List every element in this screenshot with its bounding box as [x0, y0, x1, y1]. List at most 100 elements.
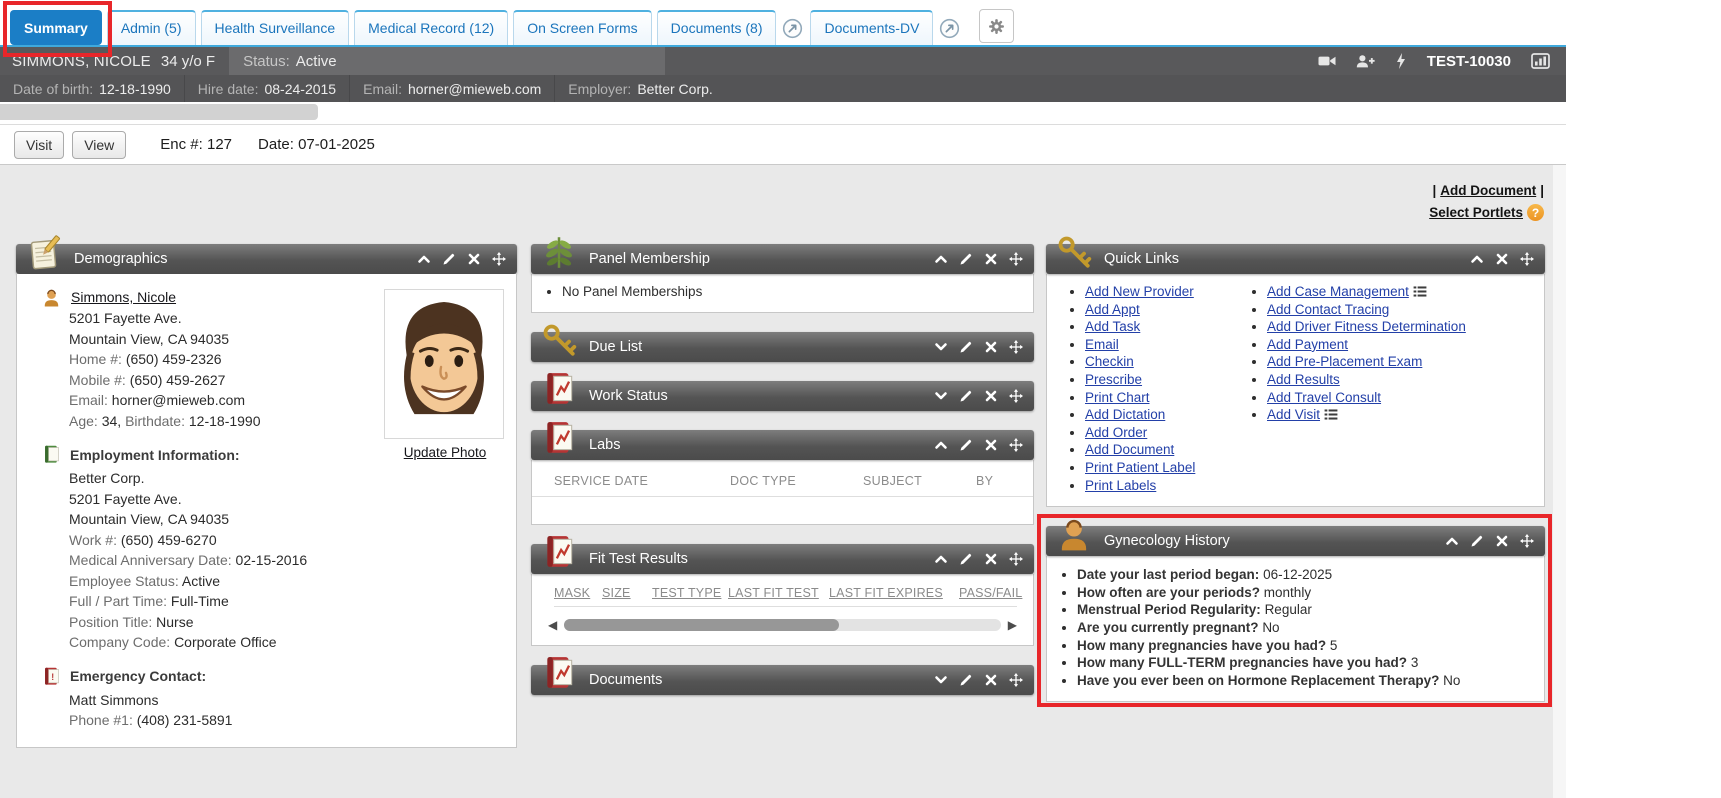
collapse-portlet-icon[interactable]: [1445, 534, 1459, 548]
move-portlet-icon[interactable]: [1009, 389, 1023, 403]
tab-documents[interactable]: Documents (8): [657, 10, 777, 45]
sortable-column-header[interactable]: TEST TYPE: [652, 586, 728, 600]
quick-link[interactable]: Add Order: [1085, 425, 1147, 440]
patient-status: Status: Active: [229, 47, 665, 75]
sortable-column-header[interactable]: LAST FIT TEST: [728, 586, 829, 600]
quick-link[interactable]: Add Travel Consult: [1267, 390, 1381, 405]
due-list-header: Due List: [531, 332, 1034, 362]
close-portlet-icon[interactable]: [984, 389, 998, 403]
move-portlet-icon[interactable]: [1009, 552, 1023, 566]
quick-link[interactable]: Add Visit: [1267, 407, 1320, 422]
expand-portlet-icon[interactable]: [934, 673, 948, 687]
quick-link[interactable]: Add Payment: [1267, 337, 1348, 352]
edit-portlet-icon[interactable]: [959, 389, 973, 403]
edit-portlet-icon[interactable]: [959, 340, 973, 354]
edit-portlet-icon[interactable]: [959, 438, 973, 452]
scroll-right-arrow-icon[interactable]: ▶: [1008, 619, 1017, 631]
quick-link[interactable]: Prescribe: [1085, 372, 1142, 387]
gynecology-header: Gynecology History: [1046, 526, 1545, 556]
quick-link-item: Email: [1085, 336, 1251, 354]
edit-portlet-icon[interactable]: [959, 673, 973, 687]
close-portlet-icon[interactable]: [1495, 534, 1509, 548]
edit-portlet-icon[interactable]: [442, 252, 456, 266]
help-icon[interactable]: ?: [1527, 204, 1544, 221]
collapse-portlet-icon[interactable]: [417, 252, 431, 266]
add-document-link[interactable]: Add Document: [1440, 183, 1536, 198]
quick-link[interactable]: Add Appt: [1085, 302, 1140, 317]
edit-portlet-icon[interactable]: [959, 552, 973, 566]
update-photo-link[interactable]: Update Photo: [404, 445, 487, 460]
move-portlet-icon[interactable]: [1520, 534, 1534, 548]
collapse-portlet-icon[interactable]: [934, 252, 948, 266]
quick-link[interactable]: Add Pre-Placement Exam: [1267, 354, 1422, 369]
move-portlet-icon[interactable]: [1009, 340, 1023, 354]
telemedicine-camera-icon[interactable]: [1318, 54, 1336, 68]
collapse-portlet-icon[interactable]: [1470, 252, 1484, 266]
close-portlet-icon[interactable]: [984, 438, 998, 452]
patient-subheader: Date of birth: 12-18-1990 Hire date: 08-…: [0, 75, 1566, 102]
email-segment: Email: horner@mieweb.com: [349, 75, 554, 102]
quick-link[interactable]: Print Patient Label: [1085, 460, 1195, 475]
sortable-column-header[interactable]: LAST FIT EXPIRES: [829, 586, 959, 600]
chart-tab-bar: Summary Admin (5) Health Surveillance Me…: [0, 0, 1566, 47]
move-portlet-icon[interactable]: [1009, 438, 1023, 452]
column-header: SUBJECT: [863, 474, 976, 488]
lightning-bolt-icon[interactable]: [1395, 53, 1407, 69]
view-button[interactable]: View: [72, 131, 126, 159]
vertical-scrollbar[interactable]: [1553, 165, 1566, 798]
close-portlet-icon[interactable]: [1495, 252, 1509, 266]
quick-link[interactable]: Checkin: [1085, 354, 1134, 369]
labs-column-headers: SERVICE DATE DOC TYPE SUBJECT BY: [532, 460, 1033, 497]
settings-gear-button[interactable]: [979, 9, 1014, 43]
move-portlet-icon[interactable]: [1009, 673, 1023, 687]
tab-documents-dv[interactable]: Documents-DV: [810, 10, 933, 45]
quick-link[interactable]: Add Task: [1085, 319, 1140, 334]
move-portlet-icon[interactable]: [1009, 252, 1023, 266]
sortable-column-header[interactable]: PASS/FAIL: [959, 586, 1022, 600]
scroll-left-arrow-icon[interactable]: ◀: [548, 619, 557, 631]
add-person-icon[interactable]: [1356, 54, 1375, 68]
visit-button[interactable]: Visit: [14, 131, 64, 159]
horizontal-scrollbar[interactable]: [0, 104, 318, 120]
quick-link[interactable]: Print Labels: [1085, 478, 1156, 493]
select-portlets-link[interactable]: Select Portlets: [1429, 205, 1523, 220]
quick-link[interactable]: Add Driver Fitness Determination: [1267, 319, 1466, 334]
bar-chart-icon[interactable]: [1531, 53, 1550, 69]
tab-summary[interactable]: Summary: [10, 10, 102, 45]
expand-portlet-icon[interactable]: [934, 389, 948, 403]
sortable-column-header[interactable]: SIZE: [602, 586, 652, 600]
close-portlet-icon[interactable]: [984, 340, 998, 354]
tab-medical-record[interactable]: Medical Record (12): [354, 10, 508, 45]
quick-link[interactable]: Add Results: [1267, 372, 1340, 387]
scrollbar-track[interactable]: [564, 619, 1001, 631]
tab-on-screen-forms[interactable]: On Screen Forms: [513, 10, 651, 45]
quick-link[interactable]: Add Contact Tracing: [1267, 302, 1389, 317]
popout-documents-icon[interactable]: [781, 17, 803, 39]
tab-health-surveillance[interactable]: Health Surveillance: [201, 10, 350, 45]
popout-documents-dv-icon[interactable]: [938, 17, 960, 39]
scrollbar-thumb[interactable]: [564, 619, 839, 631]
quick-link[interactable]: Add Dictation: [1085, 407, 1165, 422]
close-portlet-icon[interactable]: [984, 552, 998, 566]
notepad-icon: [25, 233, 63, 271]
employer-value: Better Corp.: [637, 81, 712, 97]
close-portlet-icon[interactable]: [467, 252, 481, 266]
patient-name-link[interactable]: Simmons, Nicole: [71, 289, 176, 305]
move-portlet-icon[interactable]: [492, 252, 506, 266]
expand-portlet-icon[interactable]: [934, 340, 948, 354]
collapse-portlet-icon[interactable]: [934, 552, 948, 566]
hire-date-segment: Hire date: 08-24-2015: [184, 75, 349, 102]
quick-link[interactable]: Print Chart: [1085, 390, 1150, 405]
move-portlet-icon[interactable]: [1520, 252, 1534, 266]
quick-link[interactable]: Add Case Management: [1267, 284, 1409, 299]
quick-link[interactable]: Add New Provider: [1085, 284, 1194, 299]
collapse-portlet-icon[interactable]: [934, 438, 948, 452]
sortable-column-header[interactable]: MASK: [554, 586, 602, 600]
close-portlet-icon[interactable]: [984, 673, 998, 687]
quick-link[interactable]: Add Document: [1085, 442, 1174, 457]
quick-link[interactable]: Email: [1085, 337, 1119, 352]
edit-portlet-icon[interactable]: [1470, 534, 1484, 548]
tab-admin[interactable]: Admin (5): [107, 10, 196, 45]
close-portlet-icon[interactable]: [984, 252, 998, 266]
edit-portlet-icon[interactable]: [959, 252, 973, 266]
